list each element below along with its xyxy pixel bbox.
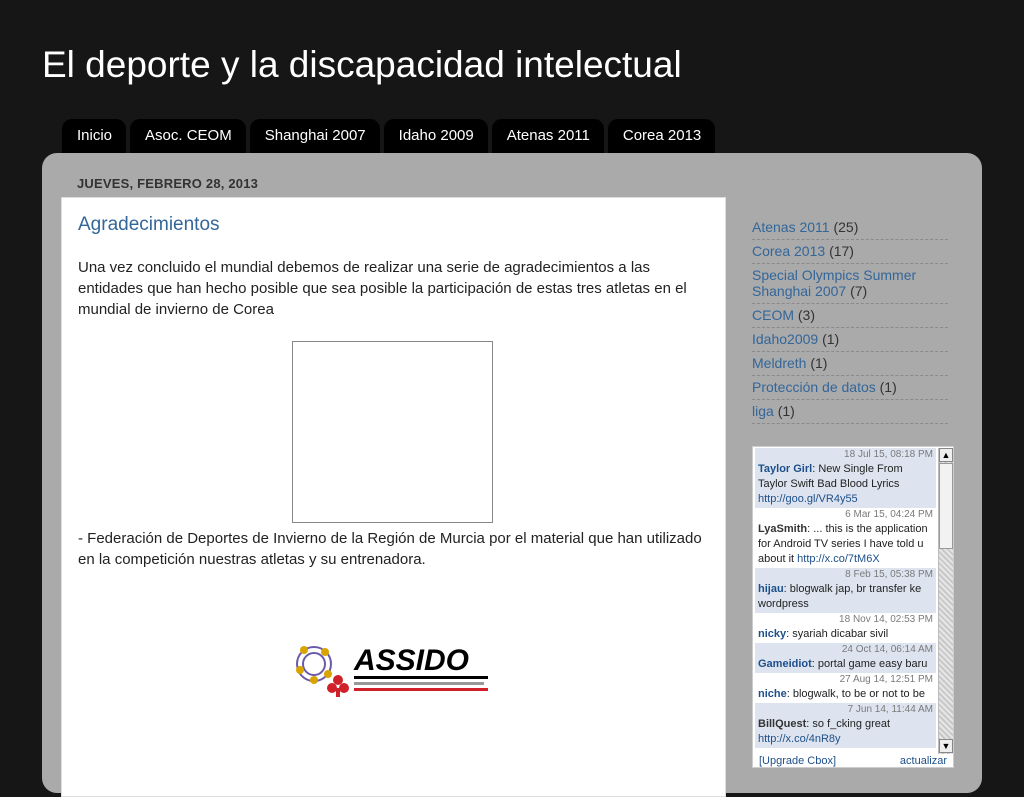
message-author[interactable]: Gameidiot [758, 658, 812, 670]
cbox-scrollbar[interactable]: ▲ ▼ [938, 448, 953, 754]
logo-text: ASSIDO [353, 644, 469, 677]
message-author: BillQuest [758, 718, 807, 730]
scroll-thumb[interactable] [939, 463, 953, 549]
message-text: : portal game easy baru [811, 658, 928, 670]
message-link[interactable]: http://x.co/7tM6X [797, 553, 880, 565]
tab-bar: Inicio Asoc. CEOM Shanghai 2007 Idaho 20… [62, 119, 716, 153]
message-time: 7 Jun 14, 11:44 AM [847, 704, 933, 715]
label-link[interactable]: CEOM [752, 307, 794, 323]
assido-logo[interactable]: ASSIDO [292, 630, 492, 710]
labels-widget: Atenas 2011 (25) Corea 2013 (17) Special… [752, 216, 948, 424]
label-link[interactable]: Special Olympics Summer Shanghai 2007 [752, 267, 916, 299]
label-item: CEOM (3) [752, 304, 948, 328]
label-link[interactable]: Corea 2013 [752, 243, 825, 259]
message-text: : so f_cking great [806, 718, 891, 730]
tab-idaho-2009[interactable]: Idaho 2009 [383, 119, 488, 153]
message-author[interactable]: niche [758, 688, 787, 700]
scroll-down-icon[interactable]: ▼ [939, 739, 953, 753]
post: Agradecimientos Una vez concluido el mun… [61, 197, 726, 797]
label-item: liga (1) [752, 400, 948, 424]
message-time: 24 Oct 14, 06:14 AM [841, 644, 933, 655]
message-time: 6 Mar 15, 04:24 PM [845, 509, 933, 520]
cbox-chat-widget: 18 Jul 15, 08:18 PM Taylor Girl: New Sin… [752, 446, 954, 768]
message-time: 18 Jul 15, 08:18 PM [844, 449, 933, 460]
message-text: : blogwalk, to be or not to be [786, 688, 925, 700]
label-item: Special Olympics Summer Shanghai 2007 (7… [752, 264, 948, 304]
tab-asoc-ceom[interactable]: Asoc. CEOM [130, 119, 246, 153]
label-link[interactable]: Protección de datos [752, 379, 876, 395]
message-text: : syariah dicabar sivil [786, 628, 889, 640]
cbox-message: 6 Mar 15, 04:24 PM LyaSmith: ... this is… [755, 508, 936, 568]
tab-corea-2013[interactable]: Corea 2013 [607, 119, 716, 153]
label-item: Idaho2009 (1) [752, 328, 948, 352]
cbox-message: 8 Feb 15, 05:38 PM hijau: blogwalk jap, … [755, 568, 936, 613]
refresh-link[interactable]: actualizar [900, 754, 947, 767]
post-image[interactable] [292, 341, 493, 523]
label-link[interactable]: Meldreth [752, 355, 806, 371]
label-item: Protección de datos (1) [752, 376, 948, 400]
label-item: Meldreth (1) [752, 352, 948, 376]
label-item: Atenas 2011 (25) [752, 216, 948, 240]
label-link[interactable]: Idaho2009 [752, 331, 818, 347]
tab-atenas-2011[interactable]: Atenas 2011 [491, 119, 604, 153]
message-author: LyaSmith [758, 523, 808, 535]
tab-shanghai-2007[interactable]: Shanghai 2007 [249, 119, 380, 153]
tab-inicio[interactable]: Inicio [62, 119, 127, 153]
cbox-footer: [Upgrade Cbox] actualizar [753, 754, 953, 767]
cbox-message: 24 Oct 14, 06:14 AM Gameidiot: portal ga… [755, 643, 936, 673]
message-link[interactable]: http://x.co/4nR8y [758, 733, 841, 745]
blog-title[interactable]: El deporte y la discapacidad intelectual [42, 42, 682, 88]
post-intro: Una vez concluido el mundial debemos de … [78, 259, 687, 318]
post-date: JUEVES, FEBRERO 28, 2013 [77, 176, 259, 191]
cbox-messages: 18 Jul 15, 08:18 PM Taylor Girl: New Sin… [755, 448, 936, 748]
cbox-message: 18 Nov 14, 02:53 PM nicky: syariah dicab… [755, 613, 936, 643]
label-item: Corea 2013 (17) [752, 240, 948, 264]
label-link[interactable]: liga [752, 403, 774, 419]
scroll-up-icon[interactable]: ▲ [939, 448, 953, 462]
label-link[interactable]: Atenas 2011 [752, 219, 830, 235]
message-link[interactable]: http://goo.gl/VR4y55 [758, 493, 858, 505]
message-author[interactable]: nicky [758, 628, 786, 640]
cbox-message: 7 Jun 14, 11:44 AM BillQuest: so f_cking… [755, 703, 936, 748]
post-paragraph: - Federación de Deportes de Invierno de … [78, 530, 702, 568]
upgrade-cbox-link[interactable]: [Upgrade Cbox] [759, 754, 836, 767]
message-author[interactable]: hijau [758, 583, 784, 595]
message-time: 18 Nov 14, 02:53 PM [839, 614, 933, 625]
post-title[interactable]: Agradecimientos [78, 214, 220, 236]
cbox-message: 27 Aug 14, 12:51 PM niche: blogwalk, to … [755, 673, 936, 703]
message-time: 8 Feb 15, 05:38 PM [845, 569, 933, 580]
message-author[interactable]: Taylor Girl [758, 463, 812, 475]
cbox-message: 18 Jul 15, 08:18 PM Taylor Girl: New Sin… [755, 448, 936, 508]
message-time: 27 Aug 14, 12:51 PM [839, 674, 933, 685]
